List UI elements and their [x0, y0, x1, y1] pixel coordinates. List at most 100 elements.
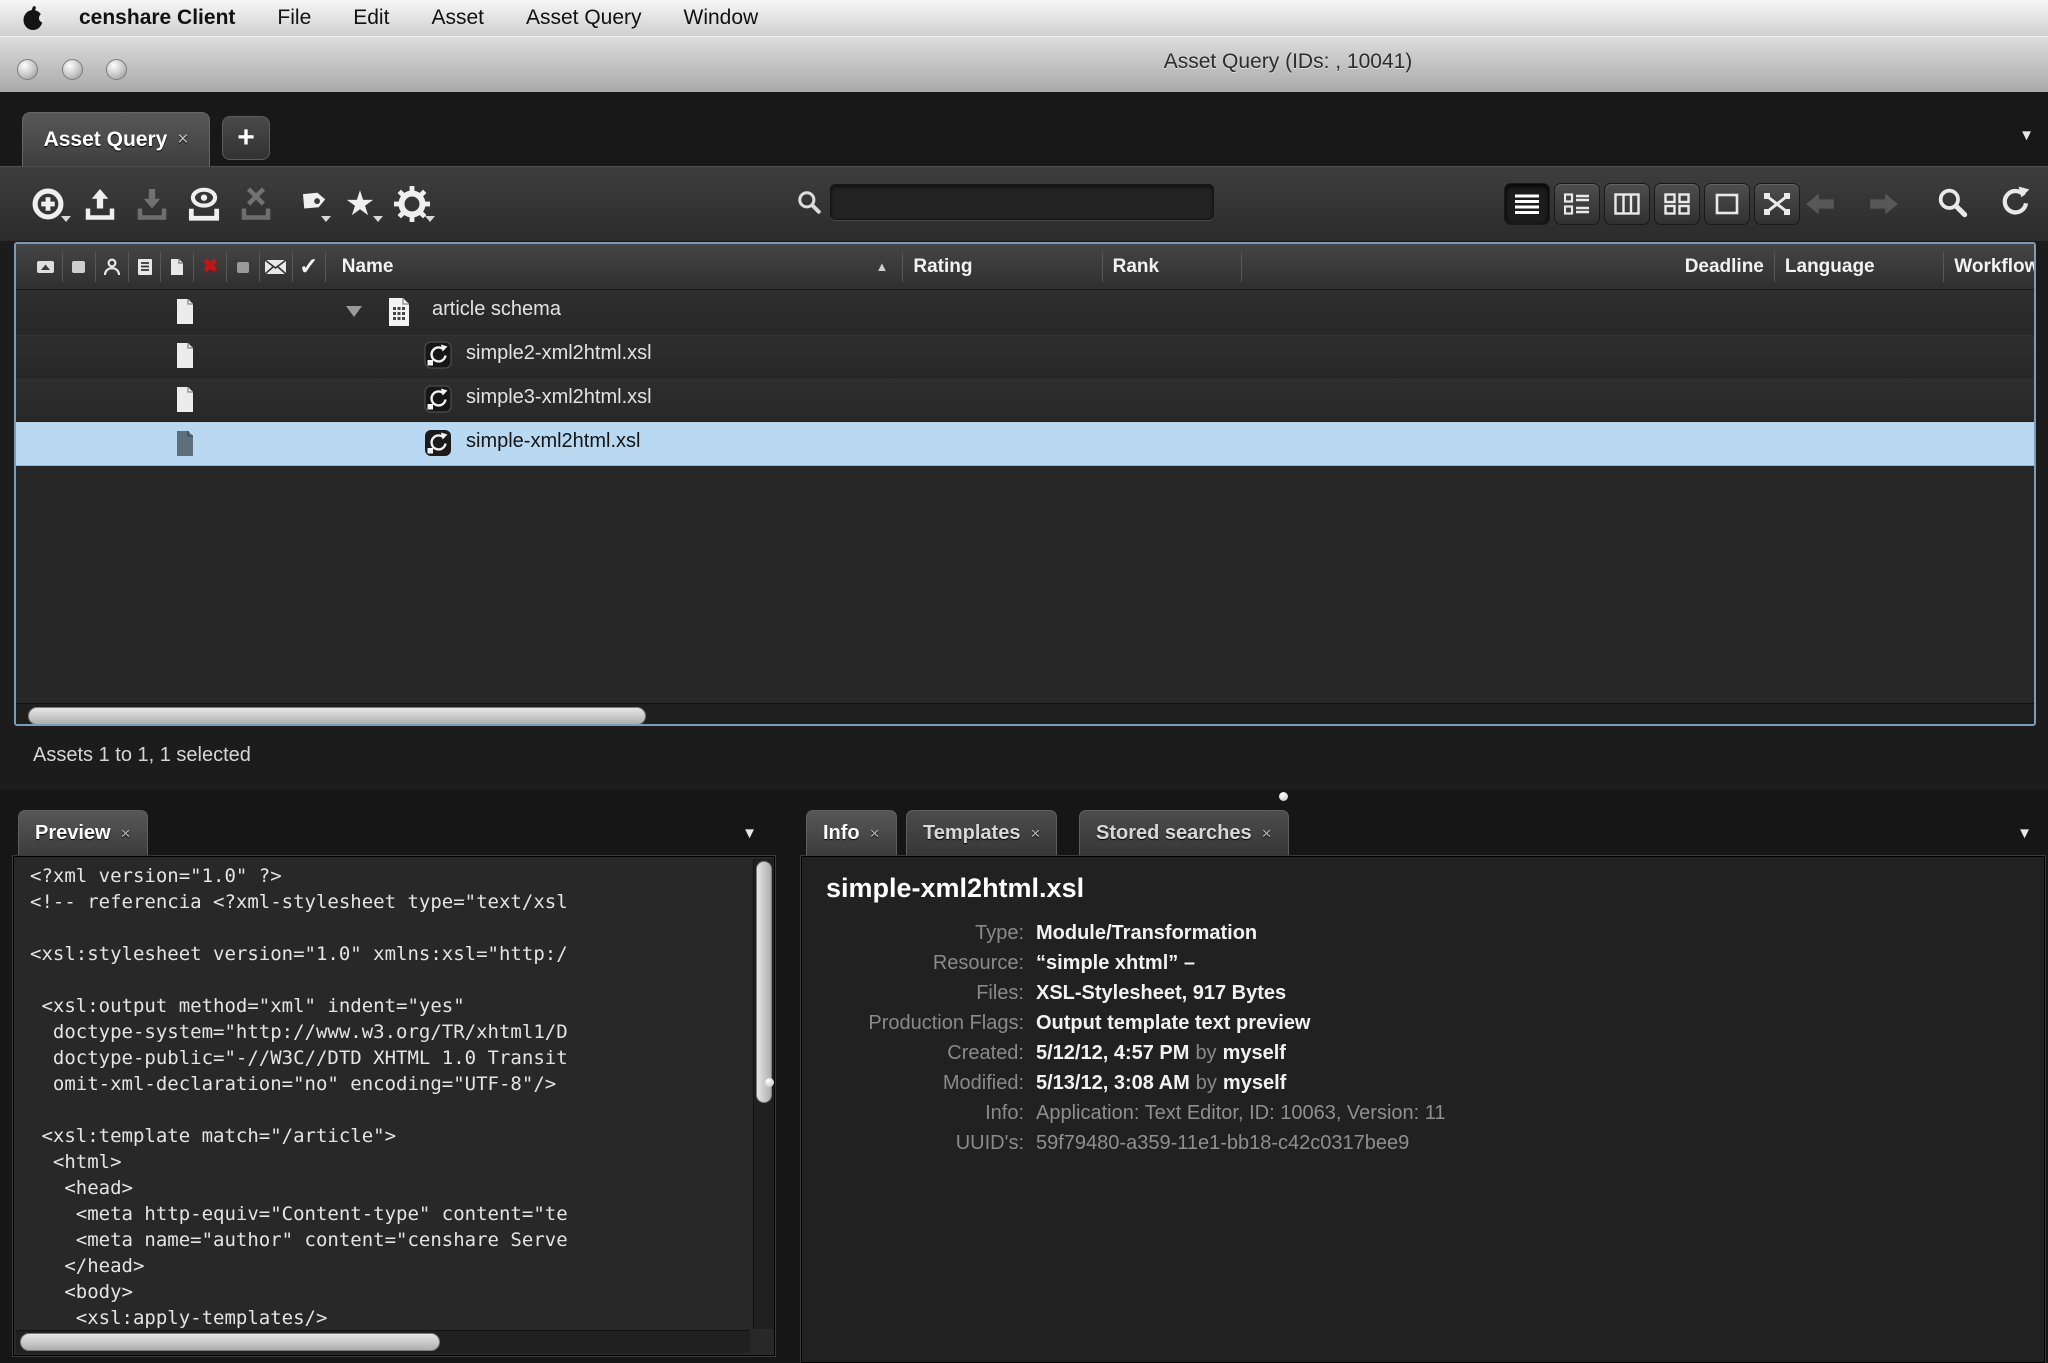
- favorite-button[interactable]: ★: [334, 176, 386, 232]
- table-header: ✖ ✓ Name ▲ Rating Rank Deadline Language…: [16, 244, 2034, 290]
- tab-list-dropdown-icon[interactable]: ▼: [2019, 127, 2034, 144]
- field-label: Modified:: [812, 1068, 1024, 1098]
- tab-close-icon[interactable]: ×: [1262, 824, 1272, 844]
- field-value: 59f79480-a359-11e1-bb18-c42c0317bee9: [1036, 1128, 2044, 1158]
- bottom-panel-area: Preview × ▼ <?xml version="1.0" ?> <!-- …: [0, 790, 2048, 1363]
- window-minimize-button[interactable]: [62, 59, 83, 80]
- tab-close-icon[interactable]: ×: [121, 824, 131, 844]
- header-name-column[interactable]: Name ▲: [326, 252, 904, 282]
- table-empty-area: [16, 466, 2034, 703]
- info-panel: simple-xml2html.xsl Type: Module/Transfo…: [801, 856, 2045, 1363]
- schema-document-icon: [386, 297, 412, 333]
- header-gray-flag-icon[interactable]: [227, 252, 260, 282]
- tab-info[interactable]: Info ×: [806, 810, 897, 856]
- back-button[interactable]: [1800, 189, 1840, 219]
- apple-menu-icon[interactable]: [22, 5, 44, 31]
- main-toolbar: ★: [0, 166, 2048, 241]
- asset-name: simple-xml2html.xsl: [466, 430, 640, 453]
- scrollbar-thumb[interactable]: [28, 707, 646, 725]
- tab-close-icon[interactable]: ×: [870, 824, 880, 844]
- window-zoom-button[interactable]: [106, 59, 127, 80]
- menu-file[interactable]: File: [256, 0, 332, 36]
- header-deadline-column[interactable]: Deadline: [1242, 252, 1775, 282]
- info-panel-menu-icon[interactable]: ▼: [2017, 825, 2032, 842]
- menu-asset[interactable]: Asset: [410, 0, 505, 36]
- header-delete-flag-icon[interactable]: ✖: [194, 252, 227, 282]
- tab-close-icon[interactable]: ×: [1030, 824, 1040, 844]
- field-value: 5/12/12, 4:57 PMbymyself: [1036, 1038, 2044, 1068]
- splitter-handle[interactable]: [765, 1078, 774, 1087]
- favorite-caret-icon: [373, 216, 383, 222]
- info-fields: Type: Module/Transformation Resource: “s…: [802, 918, 2044, 1158]
- refresh-button[interactable]: [1994, 187, 2034, 217]
- header-window-flag-icon[interactable]: [30, 252, 63, 282]
- preview-vertical-scrollbar[interactable]: [753, 859, 774, 1329]
- table-row[interactable]: simple2-xml2html.xsl: [16, 334, 2034, 378]
- view-list-button[interactable]: [1504, 183, 1550, 225]
- table-row[interactable]: simple3-xml2html.xsl: [16, 378, 2034, 422]
- transformation-module-icon: [424, 341, 452, 375]
- scrollbar-thumb[interactable]: [756, 861, 772, 1103]
- header-content-icon[interactable]: [129, 252, 162, 282]
- header-page-icon[interactable]: [161, 252, 194, 282]
- menu-app[interactable]: censhare Client: [58, 0, 256, 36]
- header-check-icon[interactable]: ✓: [293, 252, 326, 282]
- header-language-column[interactable]: Language: [1775, 252, 1944, 282]
- table-row[interactable]: article schema: [16, 290, 2034, 334]
- transformation-module-icon: [424, 429, 452, 463]
- window-title-bar: Asset Query (IDs: , 10041): [0, 36, 2048, 93]
- field-label: Files:: [812, 978, 1024, 1008]
- tab-asset-query[interactable]: Asset Query ×: [22, 112, 210, 166]
- checkout-button[interactable]: [178, 176, 230, 232]
- field-label: Created:: [812, 1038, 1024, 1068]
- menu-bar: censhare Client File Edit Asset Asset Qu…: [0, 0, 2048, 37]
- forward-button[interactable]: [1864, 189, 1904, 219]
- table-row-selected[interactable]: simple-xml2html.xsl: [16, 422, 2034, 466]
- header-rating-column[interactable]: Rating: [903, 252, 1102, 282]
- field-value: Module/Transformation: [1036, 918, 2044, 948]
- menu-window[interactable]: Window: [663, 0, 780, 36]
- view-fullscreen-button[interactable]: [1754, 183, 1800, 225]
- actions-button[interactable]: [386, 176, 438, 232]
- disclosure-triangle-icon[interactable]: [346, 306, 362, 317]
- window-title: Asset Query (IDs: , 10041): [1164, 50, 1413, 74]
- search-icon: [796, 189, 822, 215]
- view-details-button[interactable]: [1554, 183, 1600, 225]
- new-asset-button[interactable]: [22, 176, 74, 232]
- field-value: Output template text preview: [1036, 1008, 2044, 1038]
- header-square-flag-icon[interactable]: [63, 252, 96, 282]
- toolbar-search-button[interactable]: [1932, 187, 1972, 217]
- view-grid-button[interactable]: [1654, 183, 1700, 225]
- tab-close-icon[interactable]: ×: [177, 129, 188, 151]
- toolbar-action-group: ★: [22, 167, 438, 241]
- field-value: 5/13/12, 3:08 AMbymyself: [1036, 1068, 2044, 1098]
- search-input[interactable]: [830, 184, 1214, 220]
- menu-edit[interactable]: Edit: [332, 0, 410, 36]
- new-asset-caret-icon: [61, 216, 71, 222]
- download-button[interactable]: [126, 176, 178, 232]
- tab-templates[interactable]: Templates ×: [906, 810, 1057, 856]
- table-horizontal-scrollbar[interactable]: [16, 703, 2034, 726]
- field-label: Type:: [812, 918, 1024, 948]
- sort-asc-icon: ▲: [876, 259, 889, 274]
- header-rank-column[interactable]: Rank: [1103, 252, 1242, 282]
- field-value: “simple xhtml” –: [1036, 948, 2044, 978]
- header-workflow-column[interactable]: Workflow: [1944, 252, 2034, 282]
- preview-horizontal-scrollbar[interactable]: [16, 1330, 750, 1353]
- scrollbar-thumb[interactable]: [20, 1333, 440, 1351]
- header-mail-icon[interactable]: [260, 252, 293, 282]
- header-person-icon[interactable]: [96, 252, 129, 282]
- tab-preview[interactable]: Preview ×: [18, 810, 148, 856]
- asset-name: article schema: [432, 298, 561, 321]
- tag-button[interactable]: [282, 176, 334, 232]
- menu-asset-query[interactable]: Asset Query: [505, 0, 663, 36]
- discard-button[interactable]: [230, 176, 282, 232]
- view-single-button[interactable]: [1704, 183, 1750, 225]
- view-columns-button[interactable]: [1604, 183, 1650, 225]
- new-tab-button[interactable]: +: [222, 116, 270, 160]
- preview-panel-menu-icon[interactable]: ▼: [742, 825, 757, 842]
- transformation-module-icon: [424, 385, 452, 419]
- window-close-button[interactable]: [17, 59, 38, 80]
- upload-button[interactable]: [74, 176, 126, 232]
- tab-stored-searches[interactable]: Stored searches ×: [1079, 810, 1289, 856]
